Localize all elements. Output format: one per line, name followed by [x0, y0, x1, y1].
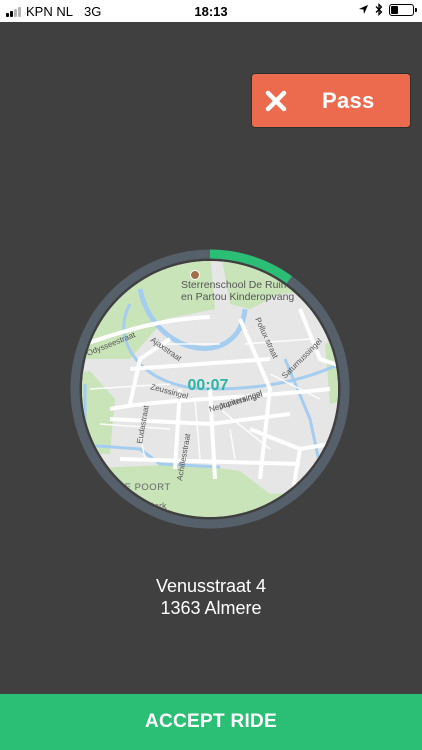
map-svg: Sterrenschool De Ruim en Partou Kinderop…	[70, 249, 350, 529]
poi-label-line2: en Partou Kinderopvang	[181, 291, 294, 303]
address-street: Venusstraat 4	[155, 576, 267, 596]
status-right	[358, 3, 417, 16]
battery-icon	[389, 3, 417, 16]
poi-label: Sterrenschool De Ruim	[181, 279, 290, 291]
accept-ride-label: ACCEPT RIDE	[144, 711, 278, 732]
pickup-address: Venusstraat 4 1363 Almere	[0, 575, 422, 619]
map-countdown: Sterrenschool De Ruim en Partou Kinderop…	[70, 249, 350, 529]
close-icon	[265, 90, 287, 112]
bluetooth-icon	[375, 3, 383, 16]
status-bar: KPN NL 3G 18:13	[0, 0, 422, 22]
pass-button[interactable]: Pass	[251, 73, 411, 128]
location-arrow-icon	[358, 4, 369, 15]
accept-ride-button[interactable]: ACCEPT RIDE	[0, 694, 422, 750]
countdown-timer: 00:07	[188, 377, 229, 394]
pass-label: Pass	[322, 88, 375, 113]
address-city: 1363 Almere	[160, 598, 262, 618]
